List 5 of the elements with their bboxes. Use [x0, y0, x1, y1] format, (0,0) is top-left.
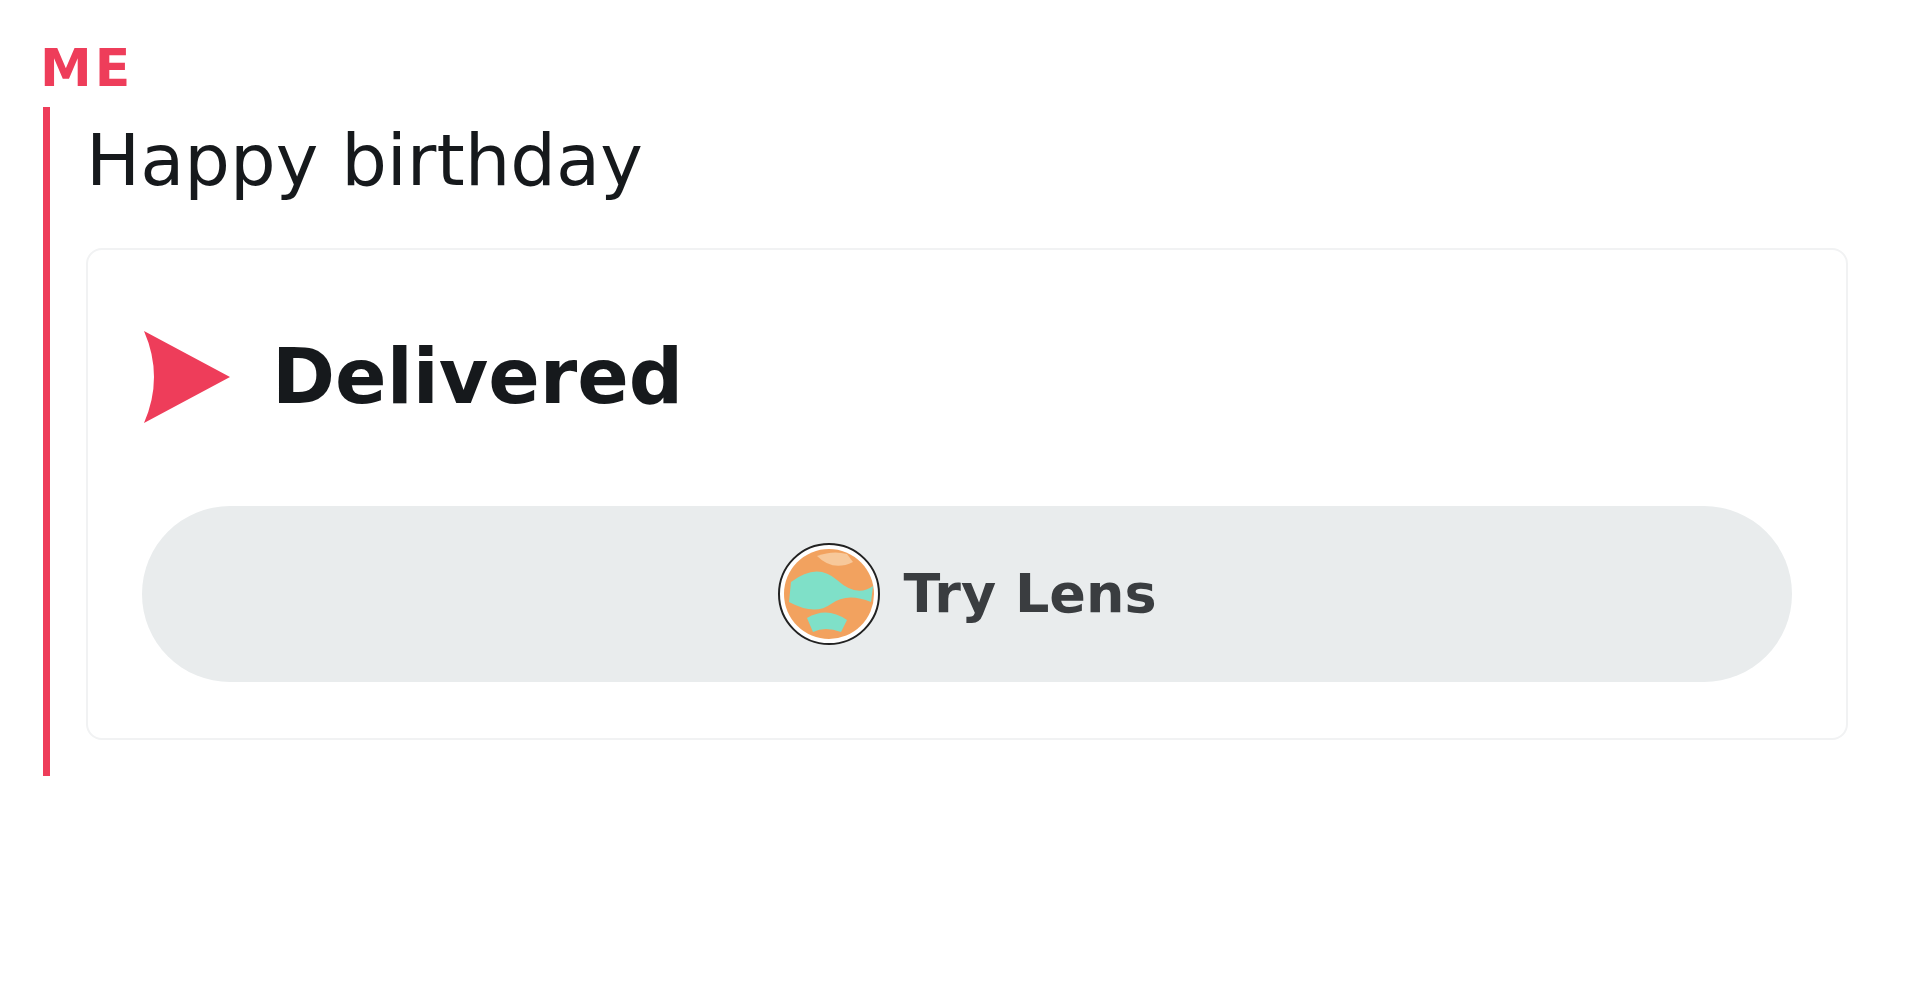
try-lens-button[interactable]: Try Lens — [142, 505, 1792, 682]
sender-label: ME — [40, 40, 135, 98]
lens-icon — [777, 541, 882, 646]
status-label: Delivered — [272, 330, 684, 423]
message-text: Happy birthday — [86, 117, 643, 204]
